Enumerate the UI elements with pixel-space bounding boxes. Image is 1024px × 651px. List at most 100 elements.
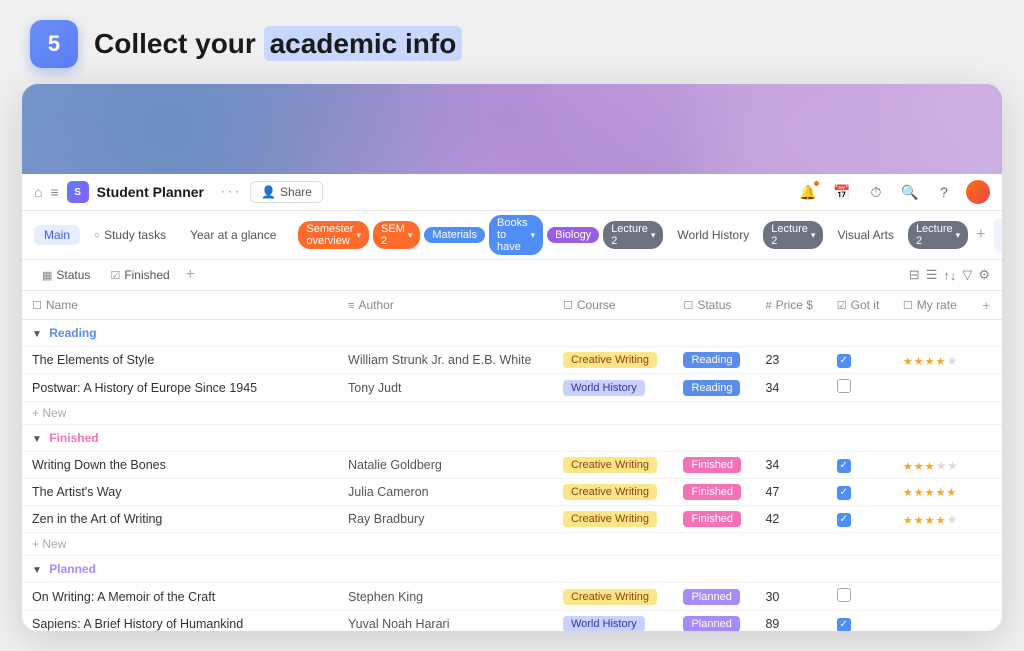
got-it-checkbox[interactable]: ✓ — [837, 354, 851, 368]
col-add[interactable]: + — [972, 291, 1002, 320]
home-icon[interactable]: ⌂ — [34, 184, 42, 200]
tab-materials[interactable]: Materials — [424, 227, 485, 243]
sub-tab-bar: ▦ Status ☑ Finished + ⊟ ☰ ↑↓ ▽ ⚙ — [22, 260, 1002, 291]
settings-icon[interactable]: ⚙ — [978, 267, 990, 283]
cell-status: Reading — [673, 347, 755, 374]
grid-view-icon[interactable]: ⊟ — [909, 267, 920, 283]
tab-world-history[interactable]: World History — [667, 225, 759, 245]
add-row-finished[interactable]: + New — [22, 533, 1002, 556]
tab-semester[interactable]: Semester overview ▾ — [298, 221, 369, 249]
group-header-planned[interactable]: ▼ Planned — [22, 556, 1002, 583]
cell-author: Natalie Goldberg — [338, 452, 553, 479]
cell-status: Planned — [673, 583, 755, 611]
cell-name: Zen in the Art of Writing — [22, 506, 338, 533]
cell-add — [972, 452, 1002, 479]
tab-biology[interactable]: Biology — [547, 227, 599, 243]
cell-price: 89 — [755, 611, 826, 632]
cell-my-rate — [893, 583, 972, 611]
group-header-reading[interactable]: ▼ Reading — [22, 320, 1002, 347]
tab-year[interactable]: Year at a glance — [180, 225, 286, 245]
group-arrow-finished: ▼ — [32, 434, 42, 445]
cell-status: Planned — [673, 611, 755, 632]
tab-visual-arts[interactable]: Visual Arts — [827, 225, 903, 245]
got-it-checkbox[interactable]: ✓ — [837, 486, 851, 500]
updates-icon[interactable]: 🔔 — [796, 180, 820, 204]
got-it-checkbox[interactable] — [837, 588, 851, 602]
col-my-rate[interactable]: ☐My rate — [893, 291, 972, 320]
cell-my-rate: ★★★★★ — [893, 452, 972, 479]
tab-study-tasks[interactable]: ○ Study tasks — [84, 225, 176, 245]
study-icon: ○ — [94, 230, 100, 241]
tab-lecture2a[interactable]: Lecture 2 ▾ — [603, 221, 663, 249]
clock-icon[interactable]: ⏱ — [864, 180, 888, 204]
cell-got-it — [827, 374, 893, 402]
cell-got-it: ✓ — [827, 611, 893, 632]
cell-add — [972, 374, 1002, 402]
cell-got-it — [827, 583, 893, 611]
help-icon[interactable]: ? — [932, 180, 956, 204]
group-label-reading[interactable]: ▼ Reading — [22, 320, 1002, 347]
tab-lecture2b[interactable]: Lecture 2 ▾ — [763, 221, 823, 249]
cell-name: The Artist's Way — [22, 479, 338, 506]
tab-main[interactable]: Main — [34, 225, 80, 245]
col-status[interactable]: ☐Status — [673, 291, 755, 320]
tab-sem2[interactable]: SEM 2 ▾ — [373, 221, 420, 249]
cell-add — [972, 479, 1002, 506]
cell-author: Ray Bradbury — [338, 506, 553, 533]
page-header: 5 Collect your academic info — [20, 20, 462, 68]
group-label-finished[interactable]: ▼ Finished — [22, 425, 1002, 452]
add-view-button[interactable]: + — [182, 266, 199, 284]
templates-button[interactable]: ⊞ Templates — [994, 218, 1002, 252]
cell-got-it: ✓ — [827, 347, 893, 374]
app-name: Student Planner — [97, 184, 204, 200]
table-row: Zen in the Art of Writing Ray Bradbury C… — [22, 506, 1002, 533]
group-label-planned[interactable]: ▼ Planned — [22, 556, 1002, 583]
cell-course: Creative Writing — [553, 452, 674, 479]
add-row-reading[interactable]: + New — [22, 402, 1002, 425]
col-author[interactable]: ≡Author — [338, 291, 553, 320]
tab-lecture2c[interactable]: Lecture 2 ▾ — [908, 221, 968, 249]
col-got-it[interactable]: ☑Got it — [827, 291, 893, 320]
got-it-checkbox[interactable] — [837, 379, 851, 393]
table-row: Postwar: A History of Europe Since 1945 … — [22, 374, 1002, 402]
cell-author: Stephen King — [338, 583, 553, 611]
cell-add — [972, 583, 1002, 611]
avatar[interactable] — [966, 180, 990, 204]
got-it-checkbox[interactable]: ✓ — [837, 513, 851, 527]
got-it-checkbox[interactable]: ✓ — [837, 618, 851, 631]
list-view-icon[interactable]: ☰ — [926, 267, 938, 283]
table-area: ☐Name ≡Author ☐Course ☐Status #Price $ ☑… — [22, 291, 1002, 631]
view-controls: ⊟ ☰ ↑↓ ▽ ⚙ — [909, 267, 990, 283]
cell-name: On Writing: A Memoir of the Craft — [22, 583, 338, 611]
filter-icon[interactable]: ▽ — [962, 267, 972, 283]
col-price[interactable]: #Price $ — [755, 291, 826, 320]
cell-course: Creative Writing — [553, 479, 674, 506]
cell-my-rate: ★★★★★ — [893, 347, 972, 374]
cell-price: 34 — [755, 452, 826, 479]
sub-tab-status[interactable]: ▦ Status — [34, 265, 98, 285]
col-name[interactable]: ☐Name — [22, 291, 338, 320]
menu-icon[interactable]: ≡ — [50, 184, 58, 200]
tab-books[interactable]: Books to have ▾ — [489, 215, 543, 255]
share-button[interactable]: 👤 Share — [250, 181, 323, 203]
cell-course: World History — [553, 374, 674, 402]
group-header-finished[interactable]: ▼ Finished — [22, 425, 1002, 452]
data-table: ☐Name ≡Author ☐Course ☐Status #Price $ ☑… — [22, 291, 1002, 631]
cell-author: William Strunk Jr. and E.B. White — [338, 347, 553, 374]
search-icon[interactable]: 🔍 — [898, 180, 922, 204]
cell-name: The Elements of Style — [22, 347, 338, 374]
add-tab-button[interactable]: + — [972, 226, 989, 244]
more-options[interactable]: ··· — [220, 183, 242, 201]
sub-tab-finished[interactable]: ☑ Finished — [102, 265, 177, 285]
got-it-checkbox[interactable]: ✓ — [837, 459, 851, 473]
col-course[interactable]: ☐Course — [553, 291, 674, 320]
cell-status: Finished — [673, 479, 755, 506]
cell-name: Postwar: A History of Europe Since 1945 — [22, 374, 338, 402]
sort-icon[interactable]: ↑↓ — [943, 268, 956, 283]
cell-course: Creative Writing — [553, 583, 674, 611]
calendar-icon[interactable]: 📅 — [830, 180, 854, 204]
cell-status: Finished — [673, 452, 755, 479]
cell-add — [972, 611, 1002, 632]
app-logo: S — [67, 181, 89, 203]
notification-dot — [813, 180, 820, 187]
